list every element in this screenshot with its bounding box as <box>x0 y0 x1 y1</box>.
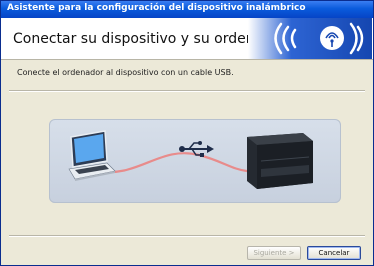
window-title: Asistente para la configuración del disp… <box>7 3 306 13</box>
laptop-icon <box>68 130 116 181</box>
wizard-window: Asistente para la configuración del disp… <box>0 0 374 266</box>
cancel-button[interactable]: Cancelar <box>307 246 361 260</box>
wizard-header: Conectar su dispositivo y su ordenador <box>1 18 373 60</box>
divider <box>9 90 365 92</box>
wireless-logo-icon <box>248 18 372 59</box>
connection-illustration <box>49 119 341 203</box>
page-title: Conectar su dispositivo y su ordenador <box>13 31 287 47</box>
title-bar[interactable]: Asistente para la configuración del disp… <box>1 1 373 18</box>
instruction-text: Conecte el ordenador al dispositivo con … <box>17 68 234 77</box>
wizard-content: Conecte el ordenador al dispositivo con … <box>1 60 373 229</box>
printer-icon <box>247 133 313 189</box>
next-button[interactable]: Siguiente > <box>247 246 301 260</box>
usb-icon <box>179 141 214 157</box>
footer-divider <box>9 235 365 237</box>
